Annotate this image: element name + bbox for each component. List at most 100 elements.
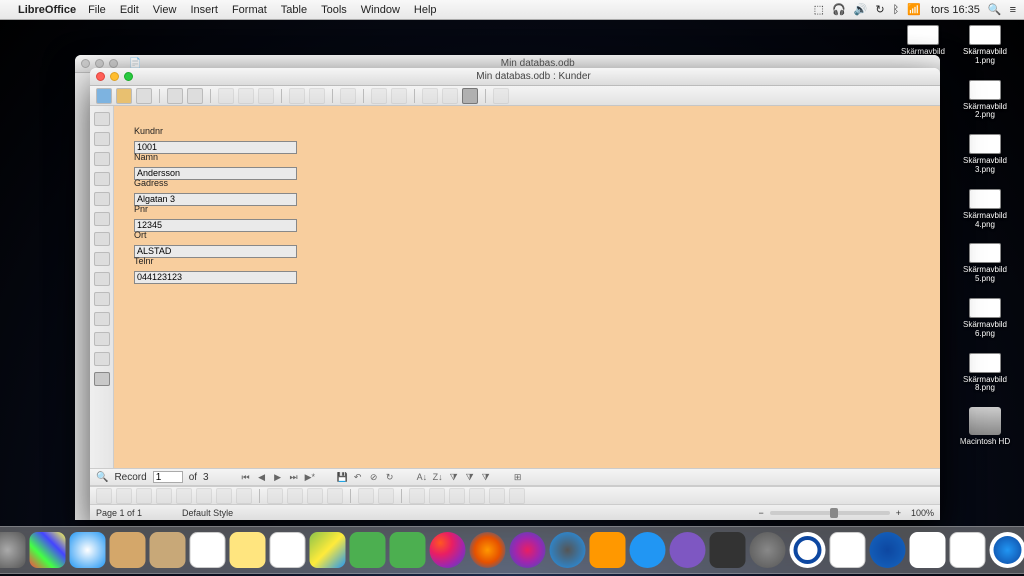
last-record-button[interactable]: ⏭ xyxy=(289,472,299,482)
close-button[interactable] xyxy=(81,59,90,68)
menu-view[interactable]: View xyxy=(153,4,177,16)
new-record-button[interactable]: ▶* xyxy=(305,472,315,482)
desktop-file-icon[interactable]: Skärmavbild 5.png xyxy=(956,243,1014,284)
menu-insert[interactable]: Insert xyxy=(190,4,218,16)
dock-settings[interactable] xyxy=(750,532,786,568)
dock-app[interactable] xyxy=(710,532,746,568)
find-record-icon[interactable]: 🔍 xyxy=(96,472,108,483)
menu-tools[interactable]: Tools xyxy=(321,4,347,16)
save-record-button[interactable]: 💾 xyxy=(337,472,347,482)
undo-record-button[interactable]: ↶ xyxy=(353,472,363,482)
export-pdf-button[interactable] xyxy=(167,88,183,104)
dock-calendar[interactable] xyxy=(190,532,226,568)
wizard-tool[interactable] xyxy=(94,332,110,346)
form-design-tool[interactable] xyxy=(94,312,110,326)
sort-asc-button[interactable]: A↓ xyxy=(417,472,427,482)
dock-safari[interactable] xyxy=(70,532,106,568)
filter-button[interactable]: ⧩ xyxy=(465,472,475,482)
dock-reminders[interactable] xyxy=(270,532,306,568)
dock-mission-control[interactable] xyxy=(30,532,66,568)
headphones-icon[interactable]: 🎧 xyxy=(832,3,846,16)
formatted-field-tool[interactable] xyxy=(94,172,110,186)
form-canvas[interactable]: Kundnr Namn Gadress Pnr Ort Telnr xyxy=(114,106,940,468)
dock-imovie[interactable] xyxy=(670,532,706,568)
menubar-clock[interactable]: tors 16:35 xyxy=(931,4,980,16)
desktop-file-icon[interactable]: Skärmavbild 2.png xyxy=(956,80,1014,121)
prev-record-button[interactable]: ◀ xyxy=(257,472,267,482)
dock-launchpad[interactable] xyxy=(0,532,26,568)
menu-format[interactable]: Format xyxy=(232,4,267,16)
save-button[interactable] xyxy=(136,88,152,104)
checkbox-tool[interactable] xyxy=(94,132,110,146)
dock-itunes[interactable] xyxy=(510,532,546,568)
data-source-button[interactable]: ⊞ xyxy=(513,472,523,482)
notification-center-icon[interactable]: ≡ xyxy=(1010,4,1016,16)
dock-appstore[interactable] xyxy=(630,532,666,568)
menu-help[interactable]: Help xyxy=(414,4,437,16)
design-mode-button[interactable] xyxy=(462,88,478,104)
design-mode-toggle[interactable] xyxy=(94,372,110,386)
textbox-tool[interactable] xyxy=(94,152,110,166)
dock-textedit[interactable] xyxy=(950,532,986,568)
dropbox-icon[interactable]: ⬚ xyxy=(814,3,824,16)
option-button-tool[interactable] xyxy=(94,212,110,226)
form-nav-tool[interactable] xyxy=(94,352,110,366)
zoom-in-button[interactable]: + xyxy=(896,508,901,518)
sync-icon[interactable]: ↻ xyxy=(875,3,884,16)
desktop-file-icon[interactable]: Skärmavbild 3.png xyxy=(956,134,1014,175)
dock-photobooth[interactable] xyxy=(430,532,466,568)
dock-facetime[interactable] xyxy=(390,532,426,568)
desktop-file-icon[interactable]: Skärmavbild 4.png xyxy=(956,189,1014,230)
refresh-button[interactable]: ↻ xyxy=(385,472,395,482)
dock-maps[interactable] xyxy=(310,532,346,568)
dock-ibooks[interactable] xyxy=(590,532,626,568)
delete-record-button[interactable]: ⊘ xyxy=(369,472,379,482)
label-tool[interactable] xyxy=(94,272,110,286)
more-controls-tool[interactable] xyxy=(94,292,110,306)
close-button[interactable] xyxy=(96,72,105,81)
combobox-tool[interactable] xyxy=(94,252,110,266)
next-record-button[interactable]: ▶ xyxy=(273,472,283,482)
pushbutton-tool[interactable] xyxy=(94,192,110,206)
first-record-button[interactable]: ⏮ xyxy=(241,472,251,482)
desktop-file-icon[interactable]: Skärmavbild 1.png xyxy=(956,25,1014,66)
new-button[interactable] xyxy=(96,88,112,104)
app-menu[interactable]: LibreOffice xyxy=(18,4,76,16)
bluetooth-icon[interactable]: ᛒ xyxy=(893,4,900,16)
dock-openoffice[interactable] xyxy=(790,532,826,568)
desktop-hd-icon[interactable]: Macintosh HD xyxy=(956,407,1014,447)
volume-icon[interactable]: 🔊 xyxy=(854,3,868,16)
dock-app[interactable] xyxy=(110,532,146,568)
telnr-input[interactable] xyxy=(134,271,297,284)
form-titlebar[interactable]: Min databas.odb : Kunder xyxy=(90,68,940,86)
menu-table[interactable]: Table xyxy=(281,4,307,16)
menu-window[interactable]: Window xyxy=(361,4,400,16)
dock-app[interactable] xyxy=(830,532,866,568)
dock-contacts[interactable] xyxy=(150,532,186,568)
dock-quicktime[interactable] xyxy=(550,532,586,568)
desktop-file-icon[interactable]: Skärmavbild 8.png xyxy=(956,353,1014,394)
autofilter-button[interactable]: ⧩ xyxy=(449,472,459,482)
print-button[interactable] xyxy=(187,88,203,104)
sort-desc-button[interactable]: Z↓ xyxy=(433,472,443,482)
select-tool[interactable] xyxy=(94,112,110,126)
minimize-button[interactable] xyxy=(95,59,104,68)
dock-messages[interactable] xyxy=(350,532,386,568)
menu-edit[interactable]: Edit xyxy=(120,4,139,16)
dock-notes[interactable] xyxy=(230,532,266,568)
form-filter-button[interactable]: ⧩ xyxy=(481,472,491,482)
desktop-file-icon[interactable]: Skärmavbild 6.png xyxy=(956,298,1014,339)
open-button[interactable] xyxy=(116,88,132,104)
status-style[interactable]: Default Style xyxy=(182,508,233,518)
zoom-button[interactable] xyxy=(109,59,118,68)
menu-file[interactable]: File xyxy=(88,4,106,16)
record-number-input[interactable] xyxy=(153,471,183,483)
dock-thunderbird[interactable] xyxy=(870,532,906,568)
zoom-out-button[interactable]: − xyxy=(758,508,763,518)
wifi-icon[interactable]: 📶 xyxy=(907,3,921,16)
zoom-button[interactable] xyxy=(124,72,133,81)
spotlight-icon[interactable]: 🔍 xyxy=(988,3,1002,16)
listbox-tool[interactable] xyxy=(94,232,110,246)
zoom-slider[interactable] xyxy=(770,511,890,515)
dock-firefox[interactable] xyxy=(470,532,506,568)
